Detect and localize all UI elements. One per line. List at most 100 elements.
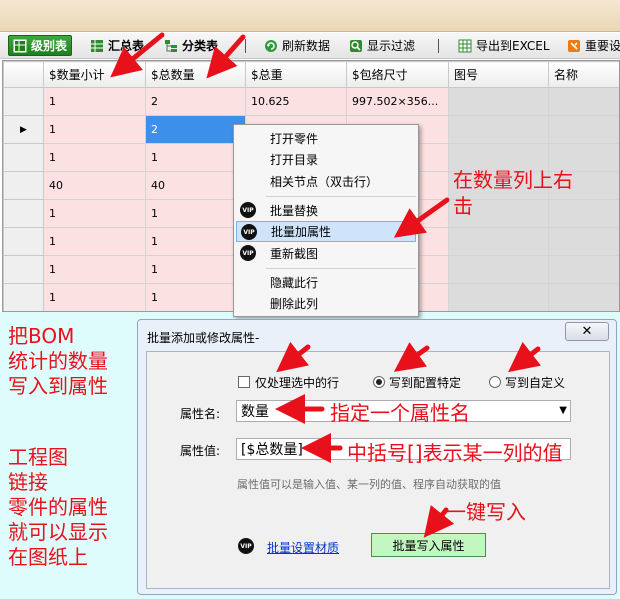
table-cell[interactable]: 1 <box>43 143 146 172</box>
row-header[interactable] <box>3 255 44 284</box>
display-filter-label: 显示过滤 <box>367 39 416 53</box>
table-cell[interactable]: 1 <box>43 87 146 116</box>
table-cell[interactable]: 40 <box>145 171 246 200</box>
column-header-drawing-no[interactable]: 图号 <box>448 61 549 88</box>
dialog-title: 批量添加或修改属性- <box>147 331 260 345</box>
menu-item-recapture[interactable]: VIP 重新截图 <box>236 243 416 264</box>
close-button[interactable]: ✕ <box>565 322 609 341</box>
grid-icon <box>13 39 27 53</box>
column-header-name[interactable]: 名称 <box>548 61 619 88</box>
level-table-button[interactable]: 级别表 <box>8 35 73 56</box>
batch-write-button[interactable]: 批量写入属性 <box>371 533 486 557</box>
write-config-label: 写到配置特定 <box>389 376 462 390</box>
menu-item-label: 批量加属性 <box>271 225 332 239</box>
note-attr-name: 指定一个属性名 <box>330 401 470 425</box>
refresh-data-label: 刷新数据 <box>282 39 331 53</box>
window-titlebar <box>0 0 620 32</box>
category-table-button[interactable]: 分类表 <box>160 35 222 56</box>
table-cell[interactable]: 40 <box>43 171 146 200</box>
settings-icon <box>567 39 581 53</box>
important-settings-button[interactable]: 重要设 <box>563 35 620 56</box>
table-cell[interactable] <box>448 115 549 144</box>
refresh-icon <box>264 39 278 53</box>
table-cell[interactable] <box>548 115 619 144</box>
menu-item-label: 删除此列 <box>270 297 319 311</box>
table-cell[interactable] <box>448 227 549 256</box>
menu-item-batch-add-attribute[interactable]: VIP 批量加属性 <box>236 221 416 242</box>
summary-table-button[interactable]: 汇总表 <box>86 35 148 56</box>
table-cell[interactable]: 1 <box>43 255 146 284</box>
table-cell[interactable] <box>548 87 619 116</box>
export-excel-button[interactable]: 导出到EXCEL <box>454 35 554 56</box>
row-header[interactable] <box>3 87 44 116</box>
table-cell[interactable]: 10.625 <box>245 87 347 116</box>
note-line: 在图纸上 <box>8 545 88 569</box>
table-cell[interactable] <box>448 255 549 284</box>
menu-divider <box>266 268 416 269</box>
attr-value-hint: 属性值可以是输入值、某一列的值、程序自动获取的值 <box>237 478 501 491</box>
table-cell[interactable] <box>448 87 549 116</box>
menu-item-open-part[interactable]: 打开零件 <box>236 128 416 149</box>
note-bracket: 中括号[]表示某一列的值 <box>347 441 563 465</box>
dialog-body: 仅处理选中的行 写到配置特定 写到自定义 属性名: 数量 ▼ 属性值: [$总数… <box>146 351 610 589</box>
table-cell[interactable] <box>548 255 619 284</box>
table-cell[interactable] <box>548 283 619 311</box>
note-bom: 把BOM 统计的数量 写入到属性 <box>8 324 108 399</box>
column-header-total-weight[interactable]: $总重 <box>245 61 347 88</box>
write-config-radio[interactable] <box>373 376 385 388</box>
table-cell[interactable]: 997.502×356... <box>346 87 449 116</box>
column-header-total-qty[interactable]: $总数量 <box>145 61 246 88</box>
batch-material-link[interactable]: 批量设置材质 <box>267 539 339 556</box>
table-cell[interactable]: 1 <box>43 283 146 311</box>
chevron-down-icon: ▼ <box>559 405 567 416</box>
menu-item-label: 重新截图 <box>270 247 319 261</box>
table-cell[interactable]: 1 <box>145 199 246 228</box>
write-custom-radio[interactable] <box>489 376 501 388</box>
note-right-click: 在数量列上右 击 <box>453 167 573 219</box>
close-icon: ✕ <box>581 324 593 339</box>
toolbar-divider <box>245 39 246 53</box>
row-header[interactable]: ▶ <box>3 115 44 144</box>
note-drawing: 工程图 链接 零件的属性 就可以显示 在图纸上 <box>8 445 108 570</box>
note-line: 击 <box>453 194 473 218</box>
refresh-data-button[interactable]: 刷新数据 <box>260 35 334 56</box>
table-cell[interactable]: 1 <box>43 227 146 256</box>
note-one-click: 一键写入 <box>446 500 526 524</box>
table-cell[interactable] <box>548 227 619 256</box>
menu-item-delete-column[interactable]: 删除此列 <box>236 293 416 314</box>
menu-item-hide-row[interactable]: 隐藏此行 <box>236 272 416 293</box>
table-cell-selected[interactable]: 2 <box>145 115 246 144</box>
table-cell[interactable]: 2 <box>145 87 246 116</box>
table-cell[interactable]: 1 <box>43 199 146 228</box>
table-cell[interactable]: 1 <box>145 283 246 311</box>
menu-divider <box>266 196 416 197</box>
table-cell[interactable] <box>448 283 549 311</box>
row-header[interactable] <box>3 171 44 200</box>
excel-icon <box>458 39 472 53</box>
note-line: 在数量列上右 <box>453 168 573 192</box>
row-header-corner <box>3 61 44 88</box>
toolbar: 级别表 汇总表 分类表 刷新数据 显示过滤 导出到EXCEL 重要设 <box>0 33 620 59</box>
row-header[interactable] <box>3 227 44 256</box>
only-selected-checkbox[interactable] <box>238 376 250 388</box>
column-header-qty-subtotal[interactable]: $数量小计 <box>43 61 146 88</box>
row-header[interactable] <box>3 199 44 228</box>
row-header[interactable] <box>3 283 44 311</box>
attr-name-value: 数量 <box>241 404 269 420</box>
column-header-envelope-size[interactable]: $包络尺寸 <box>346 61 449 88</box>
note-line: 把BOM <box>8 324 75 348</box>
vip-icon: VIP <box>240 245 256 261</box>
table-cell[interactable]: 1 <box>145 255 246 284</box>
menu-item-open-folder[interactable]: 打开目录 <box>236 149 416 170</box>
display-filter-button[interactable]: 显示过滤 <box>345 35 419 56</box>
table-cell[interactable]: 1 <box>43 115 146 144</box>
menu-item-label: 打开零件 <box>270 132 319 146</box>
row-header[interactable] <box>3 143 44 172</box>
table-cell[interactable]: 1 <box>145 227 246 256</box>
menu-item-batch-replace[interactable]: VIP 批量替换 <box>236 200 416 221</box>
table-cell[interactable]: 1 <box>145 143 246 172</box>
table-row[interactable]: 1 2 10.625 997.502×356... <box>3 87 619 116</box>
note-line: 就可以显示 <box>8 520 108 544</box>
menu-item-related-node[interactable]: 相关节点（双击行） <box>236 171 416 192</box>
table-icon <box>90 39 104 53</box>
